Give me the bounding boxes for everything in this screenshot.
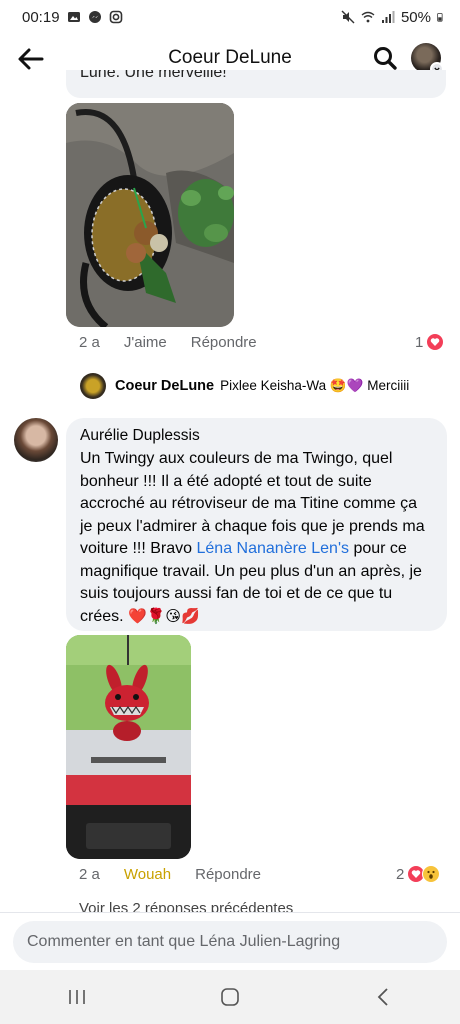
previous-comment-text: Lune. Une merveille! — [80, 70, 227, 81]
wow-reaction-button[interactable]: Wouah — [124, 866, 171, 883]
instagram-icon — [109, 10, 122, 24]
bag-photo-graphic — [66, 103, 234, 327]
signal-icon — [381, 11, 395, 23]
recent-apps-icon[interactable] — [57, 977, 97, 1017]
mute-icon — [341, 10, 355, 24]
system-nav-bar — [0, 970, 460, 1024]
reaction-count: 1 — [415, 333, 424, 351]
messenger-icon — [88, 11, 101, 23]
search-icon[interactable] — [372, 45, 398, 71]
post2-time: 2 a — [79, 866, 100, 883]
post2-reactions[interactable]: 2 — [396, 865, 441, 883]
comment-composer-bar — [0, 912, 460, 970]
reply-author[interactable]: Coeur DeLune — [115, 378, 214, 394]
like-button[interactable]: J'aime — [124, 334, 167, 351]
love-icon — [426, 333, 445, 351]
comment-photo[interactable] — [66, 635, 191, 859]
wifi-icon — [361, 11, 375, 23]
battery-icon — [437, 13, 443, 22]
post2-actions: 2 a Wouah Répondre — [79, 866, 285, 883]
image-icon — [67, 12, 80, 22]
comment-bubble: Aurélie Duplessis Un Twingy aux couleurs… — [66, 418, 447, 631]
profile-avatar[interactable] — [411, 43, 444, 76]
status-time: 00:19 — [22, 8, 60, 26]
comment-input[interactable] — [13, 921, 447, 963]
comment-text: Un Twingy aux couleurs de ma Twingo, que… — [80, 448, 433, 628]
home-icon[interactable] — [210, 977, 250, 1017]
post1-reactions[interactable]: 1 — [415, 333, 445, 351]
avatar[interactable] — [80, 373, 106, 399]
avatar[interactable] — [14, 418, 58, 462]
mention-link[interactable]: Léna Nananère Len's — [197, 540, 350, 557]
previous-comment-bubble: Lune. Une merveille! — [66, 70, 446, 98]
comment-photo[interactable] — [66, 103, 234, 327]
back-nav-icon[interactable] — [363, 977, 403, 1017]
post1-time: 2 a — [79, 334, 100, 351]
comment-composer[interactable] — [13, 921, 447, 963]
reply-text: Pixlee Keisha-Wa 🤩💜 Merciiii — [220, 378, 410, 393]
battery-level: 50% — [400, 8, 431, 26]
post1-actions: 2 a J'aime Répondre — [79, 334, 281, 351]
reply-button[interactable]: Répondre — [195, 866, 261, 883]
arrow-left-icon[interactable] — [16, 44, 46, 74]
comment-author[interactable]: Aurélie Duplessis — [80, 427, 433, 445]
status-bar: 00:19 50% — [0, 0, 460, 34]
wow-icon — [422, 865, 441, 883]
reaction-count: 2 — [396, 865, 405, 883]
page-reply: Coeur DeLune Pixlee Keisha-Wa 🤩💜 Merciii… — [80, 373, 409, 399]
reply-button[interactable]: Répondre — [191, 334, 257, 351]
car-photo-graphic — [66, 635, 191, 859]
comment-emojis: ❤️🌹😘💋 — [128, 607, 200, 625]
